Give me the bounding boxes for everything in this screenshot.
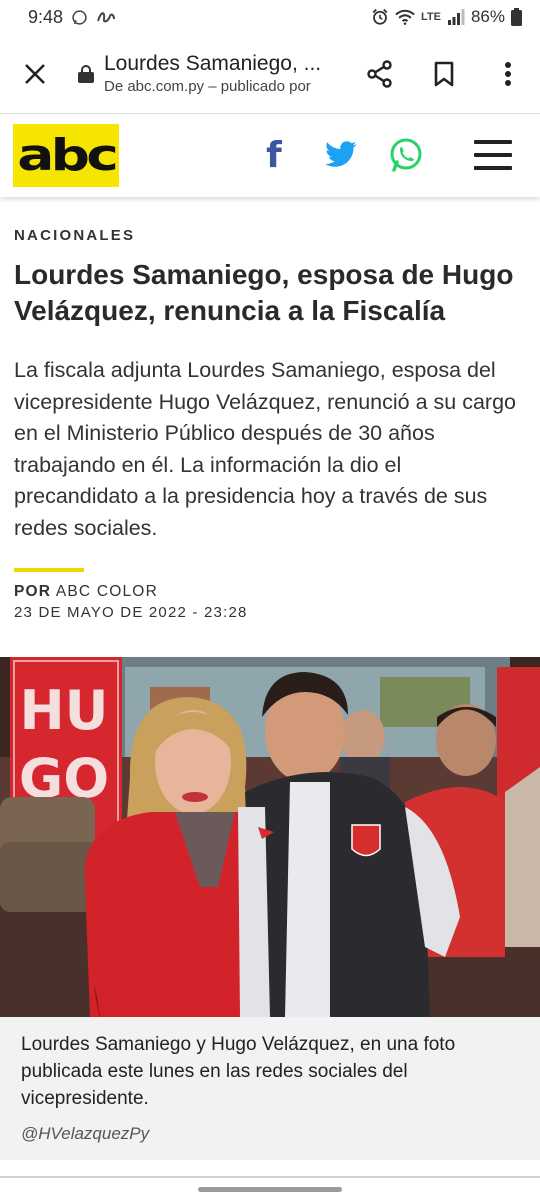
logo-text: abc bbox=[17, 129, 119, 181]
notification-glyph-icon bbox=[97, 12, 116, 23]
share-icon bbox=[367, 59, 392, 88]
section-label[interactable]: NACIONALES bbox=[14, 227, 135, 244]
gesture-nav-handle[interactable] bbox=[198, 1187, 342, 1192]
photo-credit: @HVelazquezPy bbox=[21, 1124, 150, 1143]
menu-icon[interactable] bbox=[474, 140, 512, 170]
custom-tab-toolbar: Lourdes Samaniego, ... De abc.com.py – p… bbox=[0, 34, 540, 114]
bookmark-button[interactable] bbox=[412, 34, 476, 114]
more-options-button[interactable] bbox=[476, 34, 540, 114]
close-icon bbox=[25, 63, 45, 84]
photo-caption-box: Lourdes Samaniego y Hugo Velázquez, en u… bbox=[0, 1017, 540, 1160]
facebook-icon[interactable]: f bbox=[256, 133, 292, 177]
twitter-icon[interactable] bbox=[322, 133, 360, 177]
more-vert-icon bbox=[505, 61, 511, 86]
site-header: abc f bbox=[0, 115, 540, 197]
article-headline: Lourdes Samaniego, esposa de Hugo Velázq… bbox=[14, 259, 514, 326]
url-bar[interactable]: Lourdes Samaniego, ... De abc.com.py – p… bbox=[70, 52, 348, 95]
wifi-icon bbox=[395, 9, 415, 25]
byline-prefix: POR bbox=[14, 583, 52, 600]
share-button[interactable] bbox=[348, 34, 412, 114]
photo-illustration: HU GO bbox=[0, 657, 540, 1017]
byline-divider bbox=[14, 568, 84, 572]
url-text: De abc.com.py – publicado por bbox=[104, 78, 311, 95]
article-lede: La fiscala adjunta Lourdes Samaniego, es… bbox=[14, 358, 516, 540]
abc-logo[interactable]: abc bbox=[13, 124, 119, 187]
article-photo[interactable]: HU GO bbox=[0, 657, 540, 1017]
banner-text-1: HU bbox=[19, 679, 108, 742]
page-title: Lourdes Samaniego, ... bbox=[104, 52, 322, 75]
photo-caption: Lourdes Samaniego y Hugo Velázquez, en u… bbox=[21, 1034, 456, 1109]
battery-icon bbox=[511, 8, 522, 26]
signal-icon bbox=[447, 9, 465, 25]
byline: POR ABC COLOR bbox=[14, 583, 158, 601]
author-link[interactable]: ABC COLOR bbox=[56, 583, 158, 600]
publish-date: 23 DE MAYO DE 2022 - 23:28 bbox=[14, 604, 248, 621]
whatsapp-notification-icon bbox=[72, 9, 87, 25]
battery-percent: 86% bbox=[470, 7, 505, 26]
content-divider bbox=[0, 1176, 540, 1178]
close-button[interactable] bbox=[0, 34, 70, 114]
alarm-icon bbox=[372, 8, 388, 25]
bookmark-icon bbox=[434, 61, 454, 86]
status-time: 9:48 bbox=[28, 6, 64, 27]
status-bar: 9:48 LTE 86% bbox=[0, 0, 540, 34]
lte-label: LTE bbox=[421, 11, 441, 23]
lock-icon bbox=[78, 64, 94, 83]
whatsapp-icon[interactable] bbox=[386, 133, 426, 177]
